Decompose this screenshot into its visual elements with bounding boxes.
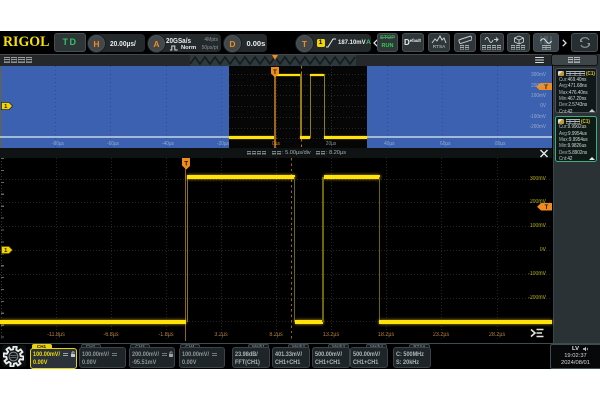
svg-text:T: T <box>184 160 188 167</box>
svg-text:T: T <box>545 205 549 211</box>
svg-text:T: T <box>273 70 277 76</box>
